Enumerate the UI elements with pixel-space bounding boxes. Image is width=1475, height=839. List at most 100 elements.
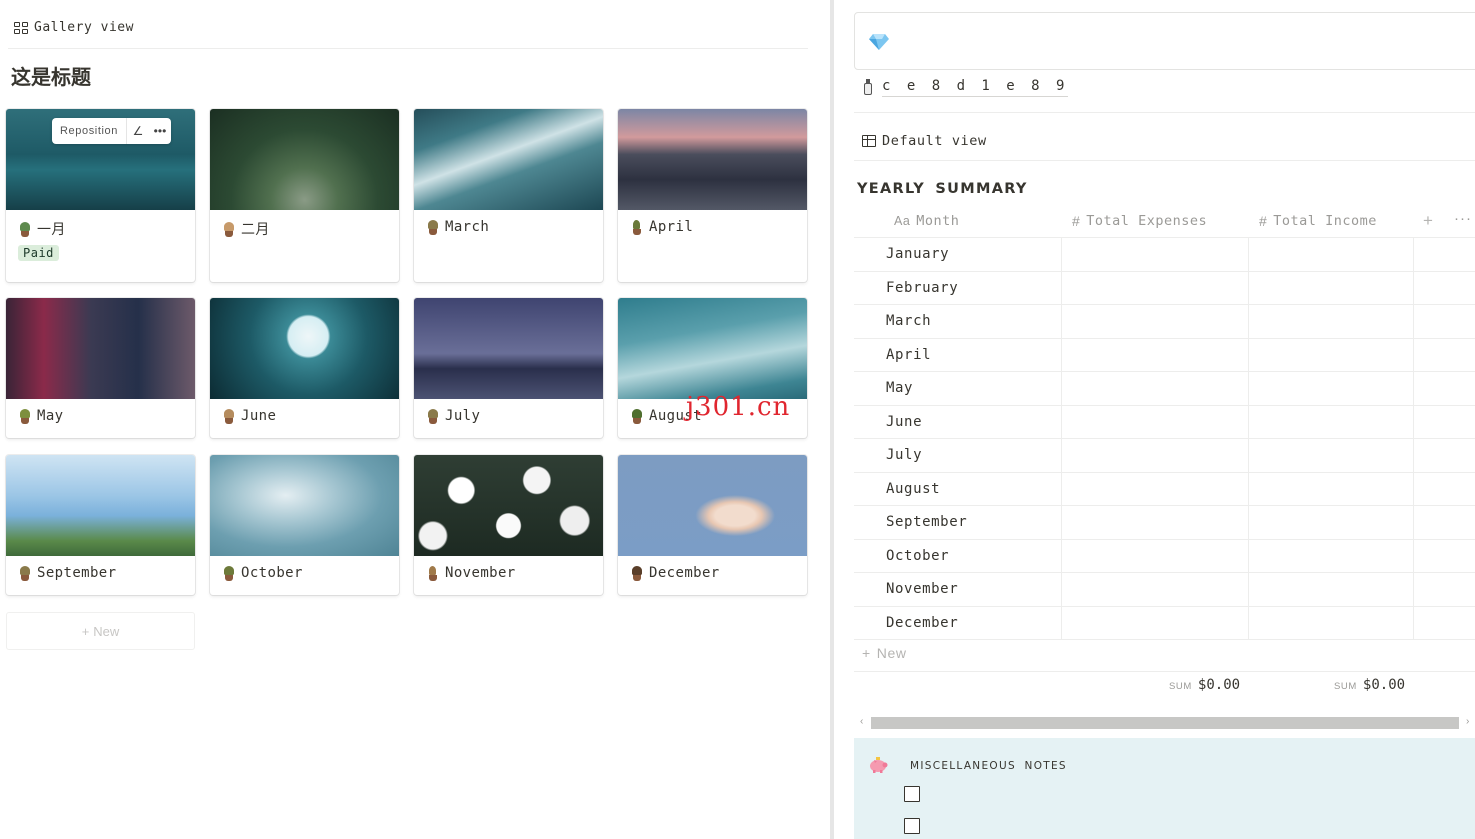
gallery-card-july[interactable]: July [414,298,603,438]
gallery-view-label: Gallery view [34,20,134,35]
gallery-card-may[interactable]: May [6,298,195,438]
card-cover-image [210,455,399,556]
card-cover-image: Reposition ∠ ••• [6,109,195,210]
card-title: December [649,565,720,581]
card-title: June [241,408,277,424]
row-month[interactable]: October [886,548,949,564]
row-month[interactable]: June [886,414,922,430]
column-header-income[interactable]: # Total Income [1259,213,1377,229]
gallery-card-january[interactable]: Reposition ∠ ••• 一月 Paid [6,109,195,282]
card-cover-image [414,455,603,556]
sum-expenses[interactable]: SUM $0.00 [1169,677,1240,693]
todo-checkbox[interactable] [904,818,920,834]
plant-icon [18,408,32,424]
column-header-month[interactable]: Aa Month [894,213,959,229]
section-title: YEARLY SUMMARY [857,181,1028,197]
row-month[interactable]: November [886,581,958,597]
new-row-label: New [876,645,907,661]
gallery-card-march[interactable]: March [414,109,603,282]
watermark: j301.cn [686,392,791,422]
table-row[interactable]: February [854,271,1475,305]
new-card-button[interactable]: + New [6,612,195,650]
number-property-icon: # [1259,213,1268,229]
card-cover-image [618,298,807,399]
gallery-view-tab[interactable]: Gallery view [14,20,134,35]
edit-cover-icon[interactable]: ∠ [127,118,149,144]
column-header-expenses[interactable]: # Total Expenses [1072,213,1207,229]
card-title: July [445,408,481,424]
table-row[interactable]: November [854,573,1475,607]
callout-block[interactable] [854,12,1475,70]
gallery-card-september[interactable]: September [6,455,195,595]
plant-icon [222,221,236,237]
row-month[interactable]: August [886,481,940,497]
reposition-button[interactable]: Reposition [52,118,127,144]
plant-icon [630,408,644,424]
plant-icon [18,565,32,581]
divider [854,112,1475,113]
add-column-button[interactable]: + [1423,211,1433,231]
page-title: 这是标题 [11,65,91,89]
card-cover-image [414,298,603,399]
plant-icon [630,219,644,235]
todo-checkbox[interactable] [904,786,920,802]
column-label: Total Expenses [1086,213,1208,229]
table-row[interactable]: October [854,539,1475,573]
row-month[interactable]: January [886,246,949,262]
row-month[interactable]: September [886,514,967,530]
row-month[interactable]: February [886,280,958,296]
status-badge: Paid [18,245,59,261]
horizontal-scrollbar[interactable]: ‹ › [858,716,1475,730]
column-label: Month [916,213,960,229]
gallery-card-february[interactable]: 二月 [210,109,399,282]
bottle-icon [862,79,874,96]
gallery-card-october[interactable]: October [210,455,399,595]
number-property-icon: # [1072,213,1081,229]
gallery-card-november[interactable]: November [414,455,603,595]
divider [854,671,1475,672]
plant-icon [426,408,440,424]
row-month[interactable]: December [886,615,958,631]
row-month[interactable]: March [886,313,931,329]
sum-value: $0.00 [1197,677,1241,693]
gallery-pane: Gallery view 这是标题 Reposition ∠ ••• 一月 Pa… [0,0,830,839]
more-options-icon[interactable]: ••• [149,118,171,144]
scroll-right-icon[interactable]: › [1466,716,1469,727]
more-options-icon[interactable]: ··· [1454,210,1472,227]
plant-icon [222,408,236,424]
column-label: Total Income [1273,213,1377,229]
gallery-divider [8,48,808,49]
linked-page-row[interactable]: c e 8 d 1 e 8 9 [862,78,1069,97]
table-row[interactable]: June [854,405,1475,439]
gallery-card-april[interactable]: April [618,109,807,282]
table-row[interactable]: September [854,506,1475,540]
card-cover-image [618,109,807,210]
table-row[interactable]: July [854,439,1475,473]
sum-label: SUM [1169,681,1192,692]
plant-icon [630,565,644,581]
row-month[interactable]: May [886,380,913,396]
piggy-bank-icon [870,757,888,773]
new-row-button[interactable]: + New [862,645,907,661]
table-row[interactable]: January [854,238,1475,272]
card-title: September [37,565,117,581]
plant-icon [426,219,440,235]
card-title: 二月 [241,222,270,238]
sum-value: $0.00 [1362,677,1406,693]
table-row[interactable]: March [854,305,1475,339]
table-pane: c e 8 d 1 e 8 9 Default view YEARLY SUMM… [834,0,1475,839]
table-row[interactable]: May [854,372,1475,406]
scrollbar-thumb[interactable] [871,717,1459,729]
table-row[interactable]: August [854,472,1475,506]
table-row[interactable]: April [854,338,1475,372]
gallery-card-december[interactable]: December [618,455,807,595]
row-month[interactable]: July [886,447,922,463]
card-title: March [445,219,490,235]
row-month[interactable]: April [886,347,931,363]
scroll-left-icon[interactable]: ‹ [860,716,863,727]
sum-income[interactable]: SUM $0.00 [1334,677,1405,693]
table-row[interactable]: December [854,606,1475,640]
table-view-tab[interactable]: Default view [862,133,987,149]
gallery-card-june[interactable]: June [210,298,399,438]
plus-icon: + [81,623,90,639]
